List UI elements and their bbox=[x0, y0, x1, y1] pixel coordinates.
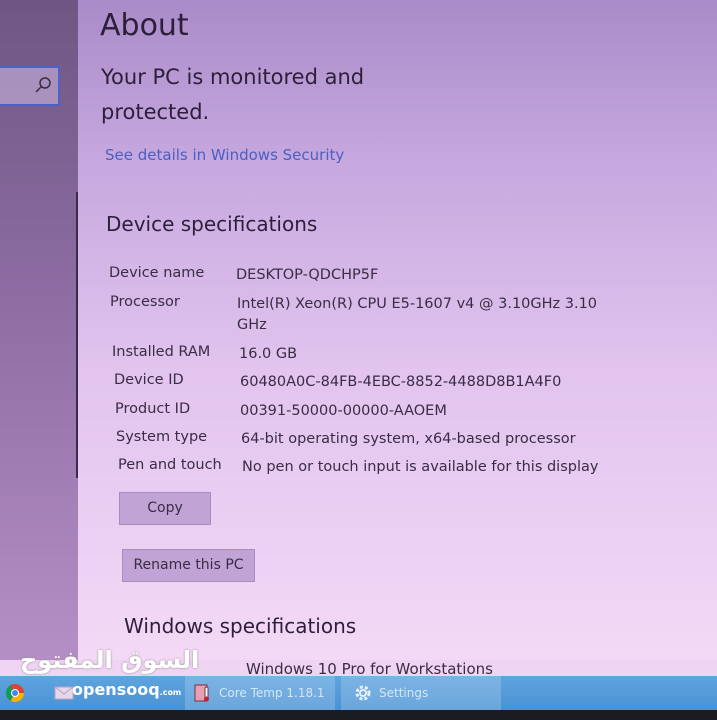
spec-value: 64-bit operating system, x64-based proce… bbox=[241, 431, 576, 447]
spec-label: Product ID bbox=[115, 401, 191, 417]
taskbar-chrome[interactable] bbox=[0, 676, 30, 710]
watermark-tld: .com bbox=[159, 688, 182, 697]
search-icon bbox=[35, 77, 51, 93]
mail-icon bbox=[54, 686, 74, 700]
spec-value-line2: GHz bbox=[237, 317, 267, 333]
windows-security-link[interactable]: See details in Windows Security bbox=[105, 146, 344, 164]
taskbar-settings[interactable]: Settings bbox=[341, 676, 501, 710]
windows-specs-heading: Windows specifications bbox=[124, 614, 357, 638]
taskbar-item-label: Settings bbox=[379, 686, 429, 700]
chrome-icon bbox=[5, 684, 25, 703]
spec-label: Device ID bbox=[114, 372, 184, 388]
spec-value: 16.0 GB bbox=[239, 346, 298, 362]
taskbar-edge bbox=[0, 710, 717, 720]
taskbar-core-temp[interactable]: Core Temp 1.18.1 bbox=[185, 676, 335, 710]
scrollbar[interactable] bbox=[76, 192, 78, 478]
gear-icon bbox=[355, 685, 371, 701]
spec-value: No pen or touch input is available for t… bbox=[242, 459, 599, 475]
copy-button[interactable]: Copy bbox=[119, 492, 211, 525]
watermark-brand: opensooq.com bbox=[72, 680, 181, 699]
watermark-arabic: السوق المفتوح bbox=[20, 646, 200, 674]
settings-search-input[interactable] bbox=[0, 66, 60, 106]
spec-value: 60480A0C-84FB-4EBC-8852-4488D8B1A4F0 bbox=[240, 374, 562, 390]
spec-value: Intel(R) Xeon(R) CPU E5-1607 v4 @ 3.10GH… bbox=[237, 296, 598, 312]
spec-label: Processor bbox=[110, 294, 180, 310]
page-title: About bbox=[100, 8, 189, 43]
spec-value: 00391-50000-00000-AAOEM bbox=[240, 403, 447, 419]
watermark-brand-name: opensooq bbox=[72, 680, 160, 699]
taskbar-item-label: Core Temp 1.18.1 bbox=[219, 686, 325, 700]
spec-label: System type bbox=[116, 429, 208, 445]
protection-status: Your PC is monitored and protected. bbox=[101, 65, 365, 124]
spec-label: Device name bbox=[109, 265, 205, 281]
rename-pc-button[interactable]: Rename this PC bbox=[122, 549, 255, 582]
spec-label: Pen and touch bbox=[118, 457, 222, 473]
device-specs-heading: Device specifications bbox=[106, 212, 318, 236]
core-temp-icon bbox=[194, 684, 209, 702]
settings-sidebar bbox=[0, 0, 78, 660]
spec-label: Installed RAM bbox=[112, 344, 211, 360]
spec-value: DESKTOP-QDCHP5F bbox=[236, 267, 379, 283]
